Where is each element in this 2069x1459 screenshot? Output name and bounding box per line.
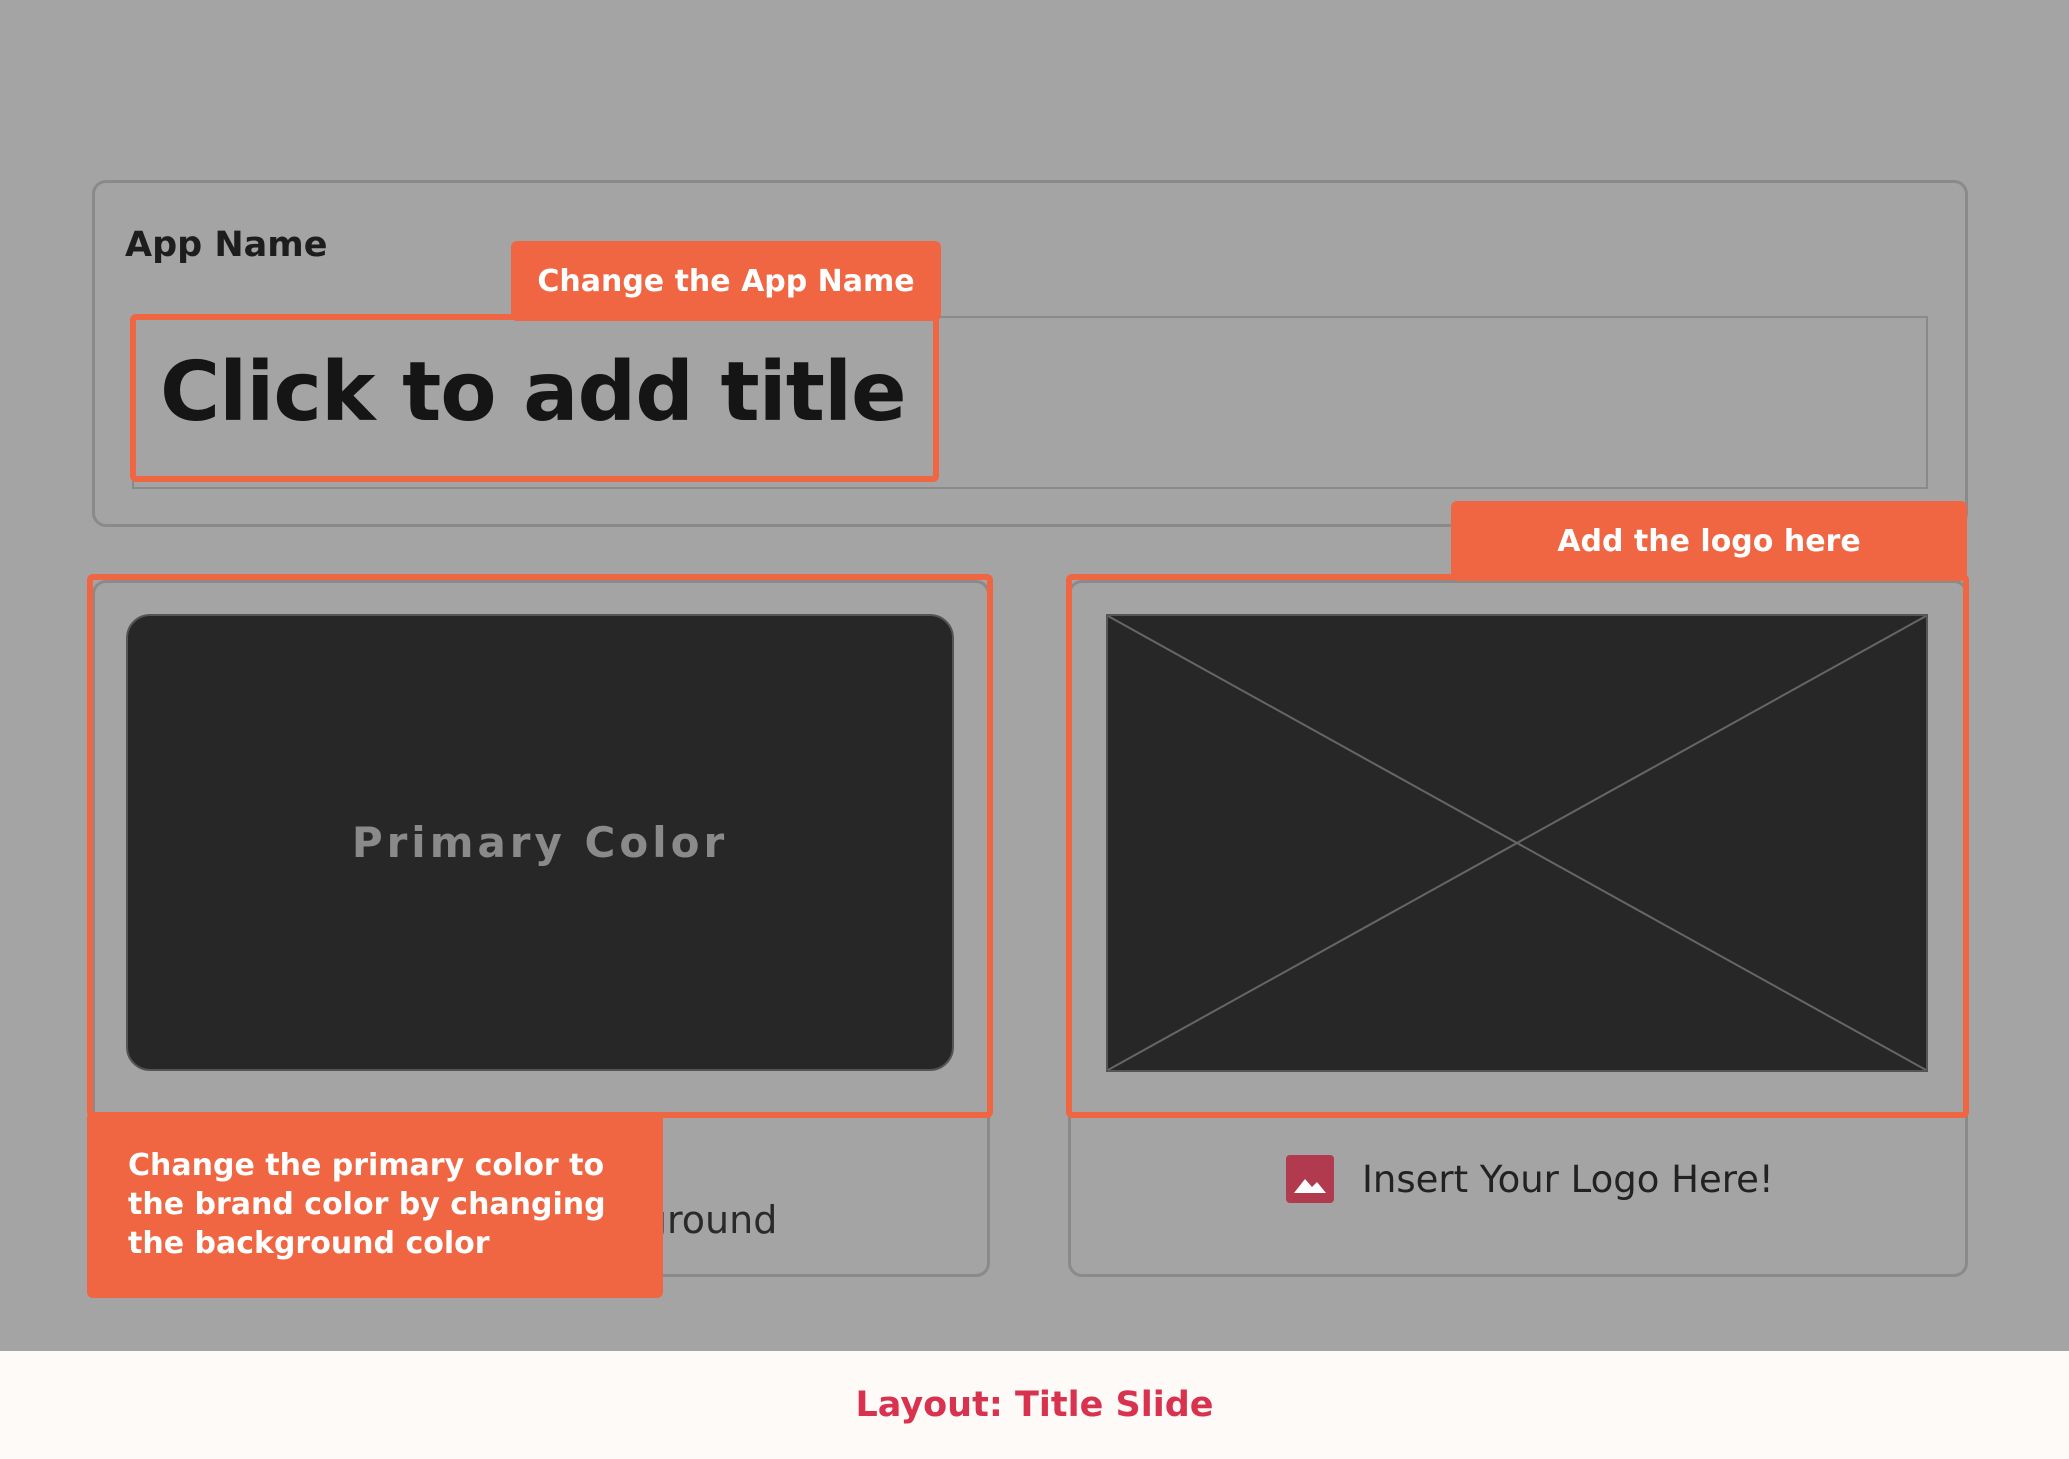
logo-highlight	[1066, 574, 1969, 1118]
layout-label: Layout: Title Slide	[855, 1385, 1214, 1425]
slide-stage: App Name Click to add title Change the A…	[0, 0, 2069, 1351]
footer: Layout: Title Slide	[0, 1351, 2069, 1459]
app-name-annotation: Change the App Name	[511, 241, 941, 321]
title-highlight	[130, 314, 939, 482]
image-icon	[1286, 1155, 1334, 1203]
logo-annotation: Add the logo here	[1451, 501, 1967, 581]
insert-logo-button[interactable]: Insert Your Logo Here!	[1286, 1155, 1774, 1203]
app-name-label: App Name	[125, 225, 328, 265]
primary-color-annotation-text: Change the primary color to the brand co…	[128, 1148, 606, 1261]
insert-logo-caption: Insert Your Logo Here!	[1362, 1157, 1774, 1201]
primary-color-highlight	[87, 574, 993, 1118]
primary-color-annotation: Change the primary color to the brand co…	[87, 1112, 663, 1298]
